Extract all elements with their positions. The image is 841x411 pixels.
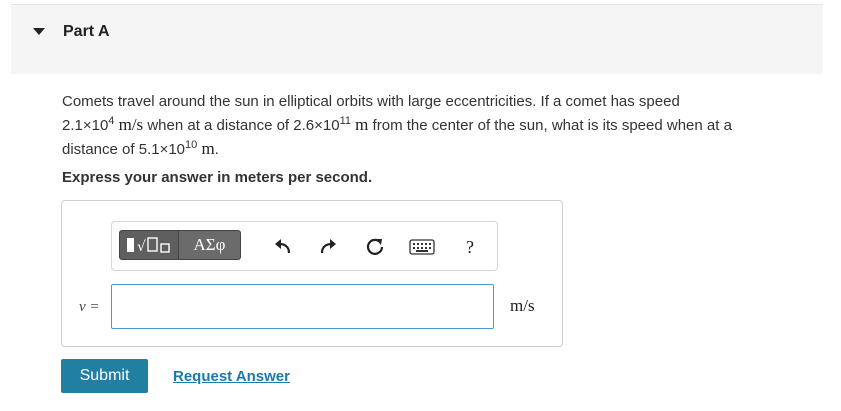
distance2-value: 5.1×1010 bbox=[138, 139, 198, 159]
unit-label: m/s bbox=[510, 296, 535, 315]
toolbar-button-group: √ ΑΣφ bbox=[119, 230, 241, 262]
redo-icon[interactable] bbox=[317, 236, 339, 258]
keyboard-icon[interactable] bbox=[408, 236, 436, 258]
question-end: . bbox=[214, 141, 219, 158]
distance1-unit: m bbox=[355, 115, 369, 134]
reset-icon[interactable] bbox=[364, 236, 386, 258]
submit-button[interactable]: Submit bbox=[61, 359, 148, 393]
question-mid2: from the center of the sun, what is its … bbox=[368, 117, 732, 134]
answer-panel: √ ΑΣφ ? v = m/s bbox=[61, 200, 563, 347]
question-line1: Comets travel around the sun in elliptic… bbox=[62, 93, 680, 110]
variable-label: v = bbox=[79, 299, 100, 315]
question-text: Comets travel around the sun in elliptic… bbox=[62, 90, 822, 161]
speed-value: 2.1×104 bbox=[62, 115, 115, 135]
request-answer-link[interactable]: Request Answer bbox=[173, 368, 290, 385]
undo-icon[interactable] bbox=[272, 236, 294, 258]
distance1-value: 2.6×1011 bbox=[293, 115, 351, 135]
speed-unit: m/s bbox=[118, 115, 144, 134]
svg-text:√: √ bbox=[137, 239, 146, 255]
part-title: Part A bbox=[63, 23, 110, 40]
help-icon[interactable]: ? bbox=[459, 236, 481, 258]
answer-instruction: Express your answer in meters per second… bbox=[62, 169, 373, 186]
collapse-caret-icon[interactable] bbox=[33, 28, 45, 35]
math-toolbar: √ ΑΣφ ? bbox=[111, 221, 498, 271]
templates-button[interactable]: √ bbox=[119, 230, 179, 260]
question-mid1: when at a distance of bbox=[143, 117, 294, 134]
distance2-unit: m bbox=[201, 139, 215, 158]
answer-input[interactable] bbox=[111, 284, 494, 329]
greek-symbols-button[interactable]: ΑΣφ bbox=[179, 230, 241, 260]
question-line3-start: distance of bbox=[62, 141, 139, 158]
part-header[interactable]: Part A bbox=[11, 4, 823, 74]
templates-icon: √ bbox=[127, 237, 170, 255]
